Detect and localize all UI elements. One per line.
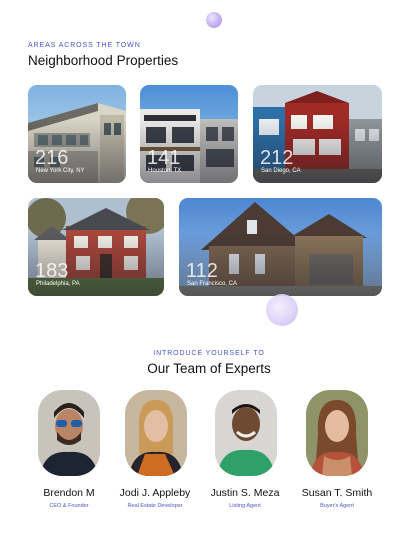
city-label: Philadelphia, PA — [36, 281, 80, 287]
section-eyebrow: INTRODUCE YOURSELF TO — [153, 350, 265, 357]
member-portrait — [38, 390, 100, 476]
decorative-orb — [206, 12, 222, 28]
neighborhood-card-houston[interactable]: 141 Houston, TX — [140, 85, 238, 183]
member-name: Susan T. Smith — [301, 487, 373, 499]
neighborhood-card-san-francisco[interactable]: 112 San Francisco, CA — [179, 198, 382, 296]
property-count: 183 — [35, 260, 69, 282]
member-portrait — [306, 390, 368, 476]
member-role: Buyer's Agent — [320, 503, 354, 509]
property-count: 141 — [147, 147, 181, 169]
member-portrait — [125, 390, 187, 476]
neighborhood-card-san-diego[interactable]: 212 San Diego, CA — [253, 85, 382, 183]
city-label: New York City, NY — [36, 168, 85, 174]
neighborhood-card-philadelphia[interactable]: 183 Philadelphia, PA — [28, 198, 164, 296]
avatar[interactable] — [306, 390, 368, 476]
member-portrait — [215, 390, 277, 476]
city-label: Houston, TX — [148, 168, 182, 174]
neighborhood-card-new-york[interactable]: 216 New York City, NY — [28, 85, 126, 183]
city-label: San Diego, CA — [261, 168, 301, 174]
avatar[interactable] — [125, 390, 187, 476]
section-eyebrow: AREAS ACROSS THE TOWN — [28, 42, 141, 49]
section-title: Neighborhood Properties — [28, 53, 179, 68]
property-count: 212 — [260, 147, 294, 169]
city-label: San Francisco, CA — [187, 281, 238, 287]
section-title: Our Team of Experts — [147, 361, 271, 376]
property-count: 112 — [186, 260, 218, 282]
decorative-orb — [266, 294, 298, 326]
avatar[interactable] — [215, 390, 277, 476]
property-count: 216 — [35, 147, 69, 169]
avatar[interactable] — [38, 390, 100, 476]
